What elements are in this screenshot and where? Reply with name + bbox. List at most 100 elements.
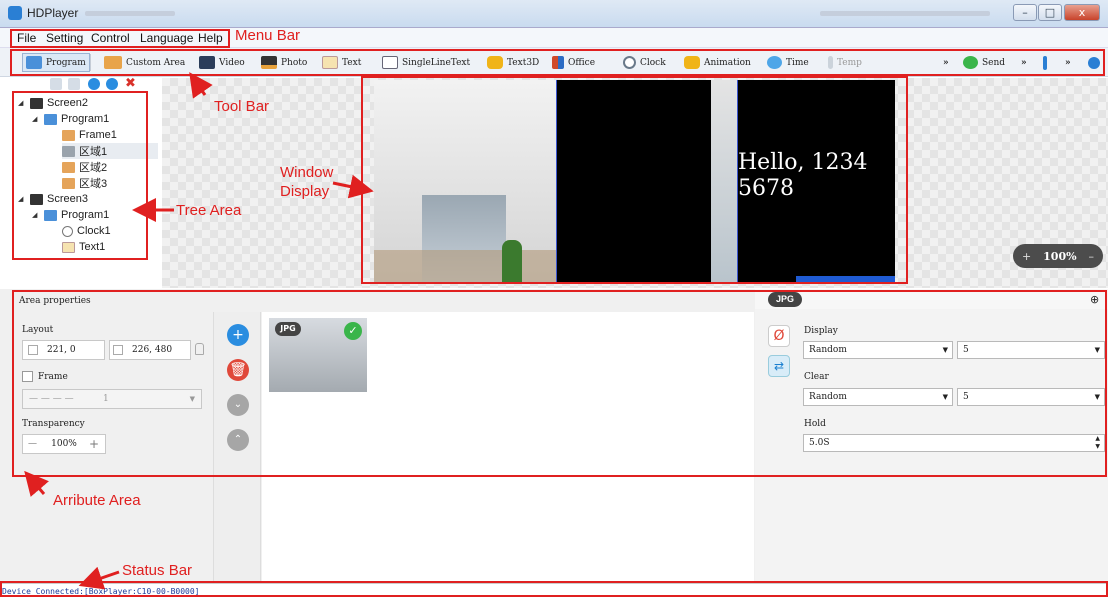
attribute-area-callout: Arribute Area bbox=[53, 492, 141, 509]
tool-text3d[interactable]: Text3D bbox=[487, 53, 539, 72]
transparency-stepper[interactable]: — 100% + bbox=[22, 434, 106, 454]
tree-item-text1[interactable]: Text1 bbox=[62, 239, 105, 255]
display-speed-select[interactable]: 5 ▼ bbox=[957, 341, 1105, 359]
hold-spinbox[interactable]: 5.0S ▲ ▼ bbox=[803, 434, 1105, 452]
move-down-button[interactable]: ⌄ bbox=[227, 394, 249, 416]
minimize-button[interactable]: – bbox=[1013, 4, 1037, 21]
frame-value: 1 bbox=[103, 394, 109, 404]
play-icon[interactable] bbox=[1088, 57, 1100, 69]
move-up-icon[interactable] bbox=[88, 78, 100, 90]
transparency-label: Transparency bbox=[22, 419, 85, 429]
program-icon bbox=[44, 113, 57, 125]
tree-item-program1[interactable]: ◢ Program1 bbox=[32, 111, 109, 127]
custom-area-icon bbox=[104, 56, 122, 69]
window-display[interactable]: Hello, 1234 5678 bbox=[374, 80, 895, 283]
menu-file[interactable]: File bbox=[17, 31, 36, 45]
chevron-down-icon: ▼ bbox=[942, 393, 948, 401]
clear-mode-select[interactable]: Random ▼ bbox=[803, 388, 953, 406]
transparency-value: 100% bbox=[51, 439, 77, 449]
send-icon bbox=[963, 56, 978, 69]
tree-item-screen2[interactable]: ◢ Screen2 bbox=[18, 95, 88, 111]
tree-panel: ✖ ◢ Screen2 ◢ Program1 Frame1 区域1 区域2 区域… bbox=[12, 77, 162, 288]
plant bbox=[502, 240, 522, 283]
spin-arrows-icon[interactable]: ▲ ▼ bbox=[1095, 435, 1100, 451]
tool-program[interactable]: Program bbox=[22, 53, 90, 72]
effect-panel-header bbox=[755, 289, 1108, 309]
delete-media-button[interactable]: 🗑 bbox=[227, 359, 249, 381]
move-up-button[interactable]: ⌃ bbox=[227, 429, 249, 451]
title-bar: HDPlayer – □ x bbox=[0, 0, 1108, 28]
close-button[interactable]: x bbox=[1064, 4, 1100, 21]
tree-item-area3[interactable]: 区域3 bbox=[62, 175, 107, 191]
tool-custom-area[interactable]: Custom Area bbox=[104, 53, 185, 72]
copy-icon[interactable] bbox=[50, 78, 62, 90]
tool-temp-label: Temp bbox=[837, 57, 862, 68]
move-icon[interactable]: ⊕ bbox=[1090, 293, 1099, 306]
tree-item-label: 区域2 bbox=[79, 162, 108, 174]
lock-icon[interactable] bbox=[195, 343, 204, 355]
add-media-button[interactable]: + bbox=[227, 324, 249, 346]
tree-item-frame1[interactable]: Frame1 bbox=[62, 127, 117, 143]
tool-office[interactable]: Office bbox=[552, 53, 595, 72]
menu-language[interactable]: Language bbox=[140, 31, 193, 45]
program-icon bbox=[26, 56, 42, 69]
usb-icon[interactable] bbox=[1043, 56, 1047, 70]
tree-area-callout: Tree Area bbox=[176, 202, 242, 219]
tree-item-area2[interactable]: 区域2 bbox=[62, 159, 107, 175]
tree-item-program1-screen3[interactable]: ◢ Program1 bbox=[32, 207, 109, 223]
chevron-down-icon: ▼ bbox=[1094, 393, 1100, 401]
tree-item-screen3[interactable]: ◢ Screen3 bbox=[18, 191, 88, 207]
menu-help[interactable]: Help bbox=[198, 31, 223, 45]
area-icon bbox=[62, 177, 75, 189]
tool-clock[interactable]: Clock bbox=[623, 53, 666, 72]
status-text: Device Connected:[BoxPlayer:C10-00-B0000… bbox=[2, 587, 200, 596]
frame-checkbox[interactable] bbox=[22, 371, 33, 382]
tool-photo[interactable]: Photo bbox=[261, 53, 307, 72]
paste-icon[interactable] bbox=[68, 78, 80, 90]
menu-bar: File Setting Control Language Help bbox=[0, 28, 1108, 48]
tree-item-clock1[interactable]: Clock1 bbox=[62, 223, 111, 239]
tool-video-label: Video bbox=[219, 57, 245, 68]
area-properties-panel: Layout 221, 0 226, 480 Frame — — — — 1 ▼… bbox=[12, 312, 212, 597]
tool-video[interactable]: Video bbox=[199, 53, 245, 72]
tree-item-label: Screen2 bbox=[47, 97, 88, 109]
tool-photo-label: Photo bbox=[281, 57, 308, 68]
tool-text3d-label: Text3D bbox=[507, 57, 540, 68]
shuffle-icon[interactable]: ⇄ bbox=[768, 355, 790, 377]
frame-label: Frame bbox=[38, 372, 68, 382]
toolbar-overflow-2[interactable]: » bbox=[1021, 53, 1027, 72]
decrement-button[interactable]: — bbox=[28, 435, 37, 453]
toolbar-overflow-3[interactable]: » bbox=[1065, 53, 1071, 72]
tool-send[interactable]: Send bbox=[963, 53, 1005, 72]
tool-single-line-text[interactable]: SingleLineText bbox=[382, 53, 470, 72]
clear-speed-select[interactable]: 5 ▼ bbox=[957, 388, 1105, 406]
increment-button[interactable]: + bbox=[89, 435, 99, 453]
expand-arrow-icon: ◢ bbox=[32, 212, 38, 219]
display-mode-select[interactable]: Random ▼ bbox=[803, 341, 953, 359]
hold-label: Hold bbox=[804, 419, 826, 429]
toolbar-overflow-1[interactable]: » bbox=[943, 53, 949, 72]
move-down-icon[interactable] bbox=[106, 78, 118, 90]
frame-select[interactable]: — — — — 1 ▼ bbox=[22, 389, 202, 409]
tool-animation-label: Animation bbox=[704, 57, 751, 68]
area-icon bbox=[62, 145, 75, 157]
no-effect-icon[interactable]: Ø bbox=[768, 325, 790, 347]
zoom-in-button[interactable]: + bbox=[1022, 250, 1031, 263]
menu-control[interactable]: Control bbox=[91, 31, 130, 45]
clear-mode-value: Random bbox=[809, 392, 847, 402]
animation-icon bbox=[684, 56, 700, 69]
blurred-status-text bbox=[820, 11, 990, 16]
menu-setting[interactable]: Setting bbox=[46, 31, 83, 45]
tool-text[interactable]: Text bbox=[322, 53, 361, 72]
tree-item-area1[interactable]: 区域1 bbox=[62, 143, 158, 159]
tool-temp[interactable]: Temp bbox=[828, 53, 862, 72]
blurred-title-text bbox=[85, 11, 175, 16]
zoom-out-button[interactable]: – bbox=[1088, 250, 1094, 263]
app-icon bbox=[8, 6, 22, 20]
tool-bar-callout: Tool Bar bbox=[214, 98, 270, 115]
maximize-button[interactable]: □ bbox=[1038, 4, 1062, 21]
tool-time[interactable]: Time bbox=[767, 53, 809, 72]
tool-animation[interactable]: Animation bbox=[684, 53, 751, 72]
delete-icon[interactable]: ✖ bbox=[125, 77, 137, 90]
chevron-down-icon: ▼ bbox=[189, 395, 195, 403]
